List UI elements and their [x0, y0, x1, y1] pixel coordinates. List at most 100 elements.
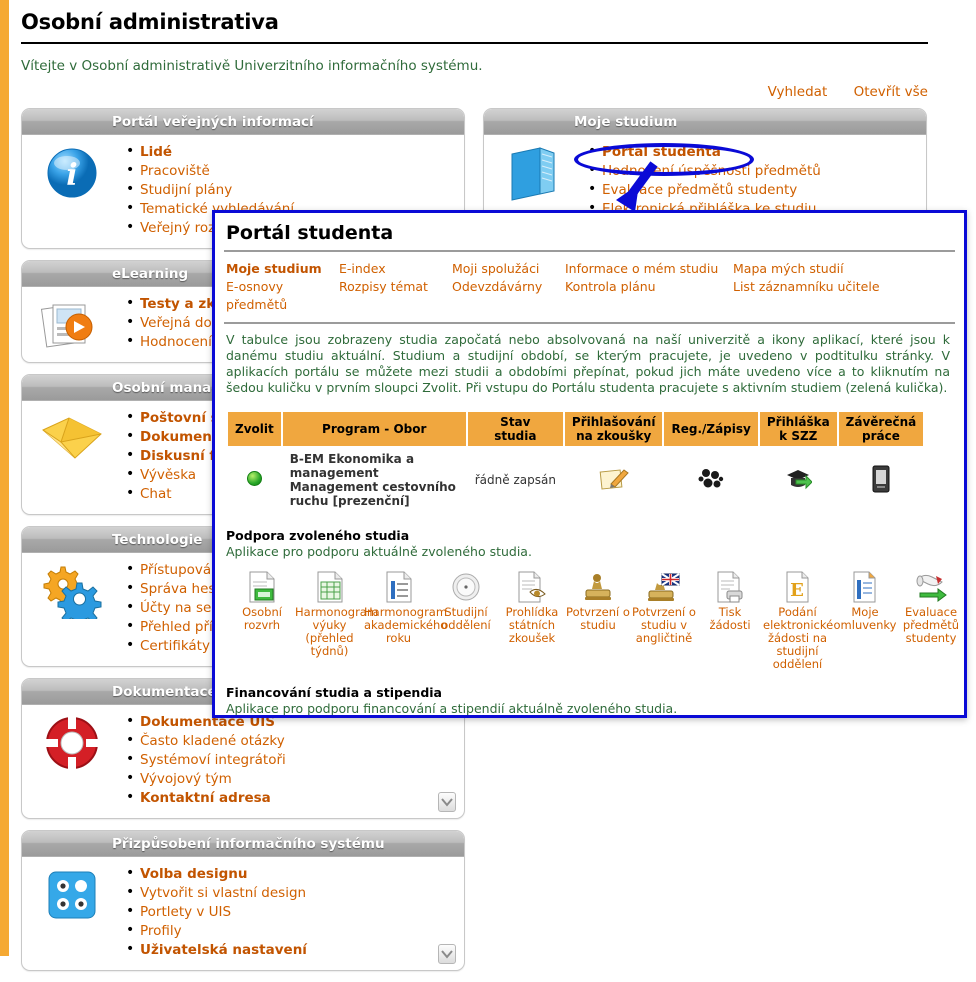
- chevron-down-icon[interactable]: [438, 944, 456, 964]
- app-caption[interactable]: Evaluace předmětů studenty: [898, 606, 964, 645]
- app-tile[interactable]: Harmonogram akademického roku: [364, 565, 447, 671]
- list-item: Systémoví integrátoři: [126, 751, 454, 770]
- app-caption[interactable]: Moje omluvenky: [832, 606, 898, 632]
- menu-cell: Kontrola plánu: [565, 278, 733, 314]
- app-caption[interactable]: Potvrzení o studiu v angličtině: [631, 606, 697, 645]
- link-otevrit-vse[interactable]: Otevřít vše: [854, 84, 928, 100]
- portlet-link[interactable]: Systémoví integrátoři: [140, 752, 286, 768]
- portlet-link[interactable]: Studijní plány: [140, 182, 232, 198]
- app-tile[interactable]: Potvrzení o studiu v angličtině: [631, 565, 697, 671]
- e-request-icon: E: [784, 571, 812, 603]
- app-caption[interactable]: Potvrzení o studiu: [565, 606, 631, 632]
- portlet-link[interactable]: Portlety v UIS: [140, 904, 231, 920]
- menu-item-moje-studium[interactable]: Moje studium: [226, 260, 339, 278]
- app-tile[interactable]: Moje omluvenky: [832, 565, 898, 671]
- portlet-title: eLearning: [112, 265, 189, 282]
- portlet-link[interactable]: Vytvořit si vlastní design: [140, 885, 306, 901]
- portlet-header: Portál veřejných informací: [22, 109, 464, 135]
- study-action-cell[interactable]: [562, 446, 665, 514]
- studies-table: Zvolit Program - Obor Stav studia Přihlašová…: [226, 410, 926, 514]
- table-row: B-EM Ekonomika a management Management c…: [226, 446, 926, 514]
- menu-item-e-osnovy[interactable]: E-osnovy předmětů: [226, 278, 339, 314]
- welcome-text: Vítejte v Osobní administrativě Univerzi…: [21, 58, 483, 74]
- portlet-link[interactable]: Profily: [140, 923, 182, 939]
- studies-table-header-cell: Přihláška k SZZ: [757, 410, 839, 448]
- portlet-link[interactable]: Kontaktní adresa: [140, 790, 271, 806]
- portlet-link[interactable]: Certifikáty: [140, 638, 210, 654]
- app-tile[interactable]: Tisk žádosti: [697, 565, 763, 671]
- chevron-down-icon[interactable]: [438, 792, 456, 812]
- portlet-link[interactable]: Volba designu: [140, 866, 247, 882]
- active-study-ball-icon[interactable]: [246, 471, 262, 486]
- app-tile[interactable]: Potvrzení o studiu: [565, 565, 631, 671]
- app-icon-wrap[interactable]: [433, 565, 499, 603]
- app-tile[interactable]: Evaluace předmětů studenty: [898, 565, 964, 671]
- app-caption[interactable]: Osobní rozvrh: [229, 606, 295, 632]
- study-program-cell: B-EM Ekonomika a management Management c…: [280, 446, 468, 514]
- app-icon-wrap[interactable]: E: [763, 565, 832, 603]
- app-tile[interactable]: Harmonogram výuky (přehled týdnů): [295, 565, 378, 671]
- app-icon-wrap[interactable]: [229, 565, 295, 603]
- menu-item-kontrola-planu[interactable]: Kontrola plánu: [565, 278, 733, 296]
- app-icon-wrap[interactable]: [898, 565, 964, 603]
- app-caption[interactable]: Podání elektronické žádosti na studijní …: [763, 606, 833, 671]
- app-caption[interactable]: Harmonogram výuky (přehled týdnů): [295, 606, 378, 658]
- studies-table-body: B-EM Ekonomika a management Management c…: [226, 446, 926, 514]
- blue-book-icon: [506, 144, 562, 202]
- portlet-link[interactable]: Lidé: [140, 144, 172, 160]
- app-icon-wrap[interactable]: [631, 565, 697, 603]
- portlet-body: Dokumentace UISČasto kladené otázkySysté…: [22, 705, 464, 818]
- app-caption[interactable]: Harmonogram akademického roku: [364, 606, 447, 645]
- portlet-link[interactable]: Často kladené otázky: [140, 733, 285, 749]
- app-icon-wrap[interactable]: [499, 565, 565, 603]
- menu-item-odevzdavarny[interactable]: Odevzdávárny: [452, 278, 565, 296]
- menu-cell: E-index: [339, 260, 452, 278]
- study-action-cell[interactable]: [836, 446, 926, 514]
- menu-cell: Moje studium: [226, 260, 339, 278]
- list-item: Volba designu: [126, 865, 454, 884]
- annotation-arrow-icon: [616, 161, 658, 212]
- list-item: Portlety v UIS: [126, 903, 454, 922]
- app-icon-wrap[interactable]: [832, 565, 898, 603]
- app-tile[interactable]: Studijní oddělení: [433, 565, 499, 671]
- list-item: Pracoviště: [126, 162, 454, 181]
- app-icon-wrap[interactable]: [697, 565, 763, 603]
- portlet-link[interactable]: Hodnocení: [140, 334, 212, 350]
- section-subtitle: Aplikace pro podporu financování a stipe…: [226, 701, 678, 716]
- thesis-icon: [870, 465, 892, 493]
- app-tile[interactable]: Prohlídka státních zkoušek: [499, 565, 565, 671]
- study-action-cell[interactable]: [662, 446, 760, 514]
- portlet-icon-wrap: [36, 407, 108, 471]
- gears-icon: [41, 563, 103, 627]
- study-select-cell[interactable]: [226, 446, 283, 514]
- menu-item-list-zaznamniku[interactable]: List záznamníku učitele: [733, 278, 901, 296]
- portlet-link[interactable]: Pracoviště: [140, 163, 210, 179]
- app-tile[interactable]: Osobní rozvrh: [229, 565, 295, 671]
- evaluation-diploma-icon: [914, 573, 948, 603]
- portlet-icon-wrap: [36, 711, 108, 775]
- menu-item-moji-spoluzaci[interactable]: Moji spolužáci: [452, 260, 565, 278]
- link-vyhledat[interactable]: Vyhledat: [768, 84, 828, 100]
- menu-item-informace-o-studiu[interactable]: Informace o mém studiu: [565, 260, 733, 278]
- list-item: Vytvořit si vlastní design: [126, 884, 454, 903]
- app-tile[interactable]: E Podání elektronické žádosti na studijn…: [763, 565, 833, 671]
- study-action-cell[interactable]: [757, 446, 839, 514]
- list-item: Lidé: [126, 143, 454, 162]
- portlet-left-5: Přizpůsobení informačního systému Volba …: [21, 830, 465, 971]
- portlet-link[interactable]: Vývojový tým: [140, 771, 232, 787]
- dialog-title: Portál studenta: [226, 222, 394, 244]
- app-caption[interactable]: Studijní oddělení: [433, 606, 499, 632]
- app-icon-wrap[interactable]: [364, 565, 433, 603]
- svg-text:i: i: [66, 158, 77, 193]
- app-icon-wrap[interactable]: [565, 565, 631, 603]
- app-caption[interactable]: Prohlídka státních zkoušek: [499, 606, 565, 645]
- menu-item-mapa-studii[interactable]: Mapa mých studií: [733, 260, 901, 278]
- app-caption[interactable]: Tisk žádosti: [697, 606, 763, 632]
- app-icon-wrap[interactable]: [295, 565, 364, 603]
- menu-item-e-index[interactable]: E-index: [339, 260, 452, 278]
- dice-icon: [45, 868, 99, 922]
- portlet-link[interactable]: Chat: [140, 486, 172, 502]
- portlet-icon-wrap: [36, 559, 108, 627]
- portlet-link[interactable]: Vývěska: [140, 467, 196, 483]
- menu-item-rozpisy-temat[interactable]: Rozpisy témat: [339, 278, 452, 296]
